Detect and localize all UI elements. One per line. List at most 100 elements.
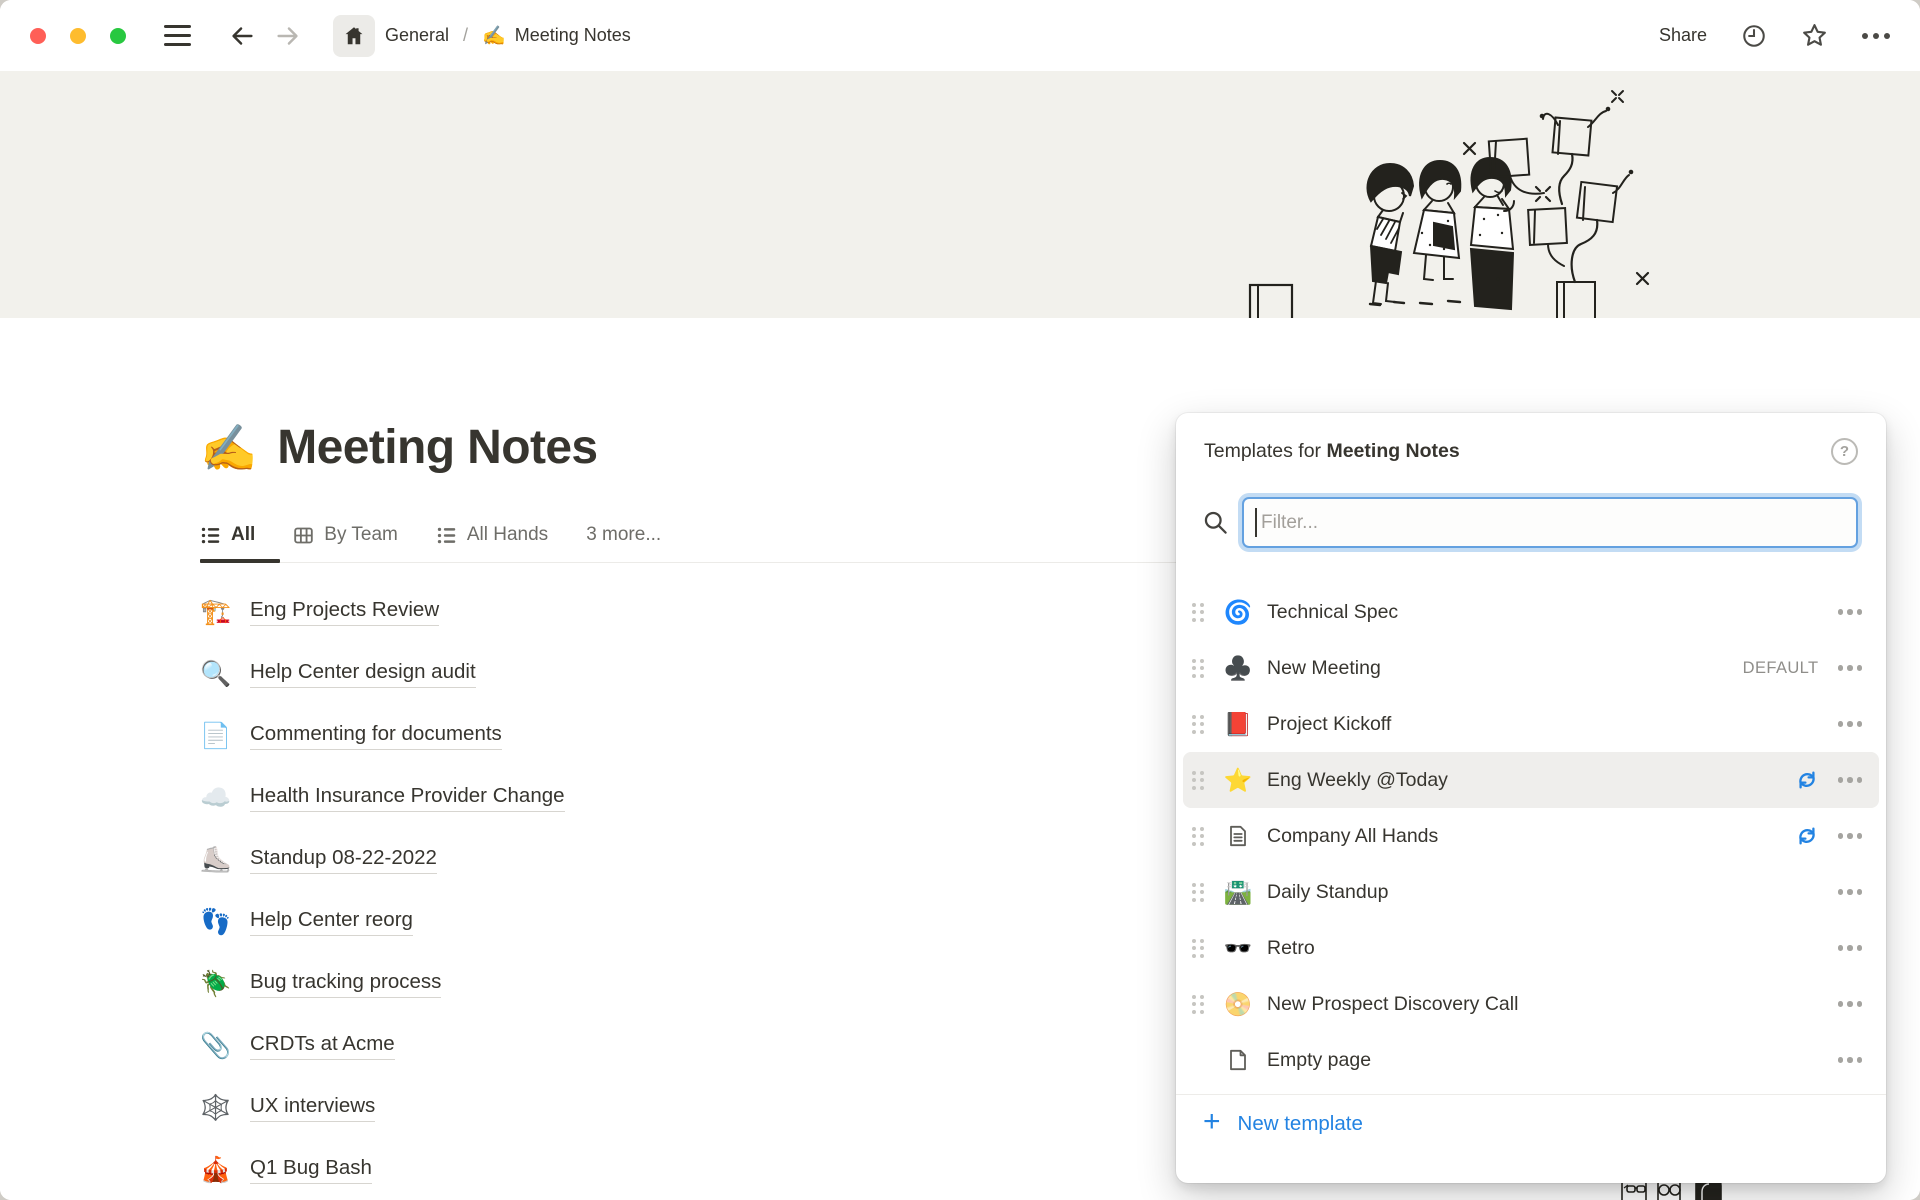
more-options-icon[interactable] [1862, 33, 1890, 39]
page-title-emoji-icon[interactable]: ✍️ [200, 425, 257, 471]
row-more-options-icon[interactable] [1838, 889, 1863, 895]
tab-by-team[interactable]: By Team [293, 524, 398, 546]
template-row[interactable]: ♣️New MeetingDEFAULT [1176, 640, 1886, 696]
plus-icon: + [1203, 1107, 1221, 1137]
updates-clock-icon[interactable] [1741, 23, 1767, 49]
page-emoji: 📄 [200, 724, 238, 749]
template-label: Company All Hands [1267, 825, 1438, 848]
list-item-title: Commenting for documents [250, 722, 502, 750]
list-item-title: UX interviews [250, 1094, 375, 1122]
tab-all-hands[interactable]: All Hands [436, 524, 548, 546]
template-label: Technical Spec [1267, 601, 1398, 624]
cloud-emoji: ☁️ [200, 786, 238, 811]
ice-skate-emoji: ⛸️ [200, 848, 238, 873]
row-more-options-icon[interactable] [1838, 945, 1863, 951]
templates-popup: Templates for Meeting Notes ? 🌀Technical… [1176, 413, 1886, 1183]
template-label: Empty page [1267, 1049, 1371, 1072]
template-label: Project Kickoff [1267, 713, 1391, 736]
spider-web-emoji: 🕸️ [200, 1096, 238, 1121]
list-view-icon [200, 525, 221, 546]
breadcrumb-home-button[interactable] [333, 15, 375, 57]
share-button[interactable]: Share [1659, 25, 1707, 46]
back-arrow-icon [227, 21, 257, 51]
sidebar-toggle-icon[interactable] [164, 25, 191, 46]
minimize-window-button[interactable] [70, 28, 86, 44]
footprints-emoji: 👣 [200, 910, 238, 935]
drag-handle-icon[interactable] [1192, 827, 1205, 846]
circus-tent-emoji: 🎪 [200, 1158, 238, 1183]
tab-label: By Team [324, 524, 398, 546]
traffic-lights [30, 28, 126, 44]
filter-input[interactable] [1242, 497, 1858, 548]
titlebar: General / ✍️ Meeting Notes Share [0, 0, 1920, 71]
drag-handle-icon[interactable] [1192, 603, 1205, 622]
template-row[interactable]: Empty page [1176, 1032, 1886, 1088]
red-book-emoji: 📕 [1222, 713, 1254, 736]
help-icon[interactable]: ? [1831, 438, 1858, 465]
drag-handle-icon[interactable] [1192, 883, 1205, 902]
forward-button[interactable] [271, 19, 305, 53]
back-button[interactable] [225, 19, 259, 53]
list-item-title: Bug tracking process [250, 970, 441, 998]
template-label: Retro [1267, 937, 1315, 960]
list-item-title: Q1 Bug Bash [250, 1156, 372, 1184]
drag-handle-icon[interactable] [1192, 939, 1205, 958]
template-label: Eng Weekly @Today [1267, 769, 1448, 792]
drag-handle-icon[interactable] [1192, 771, 1205, 790]
repeat-icon[interactable] [1795, 824, 1819, 848]
template-row[interactable]: 📕 Project Kickoff [1176, 696, 1886, 752]
template-label: New Prospect Discovery Call [1267, 993, 1518, 1016]
breadcrumb: General / ✍️ Meeting Notes [385, 24, 631, 48]
tab-label: All [231, 524, 255, 546]
row-more-options-icon[interactable] [1838, 665, 1863, 671]
breadcrumb-page[interactable]: Meeting Notes [515, 25, 631, 46]
row-more-options-icon[interactable] [1838, 1057, 1863, 1063]
blank-page-icon [1222, 1048, 1254, 1072]
page-cover [0, 71, 1920, 318]
drag-handle-icon[interactable] [1192, 659, 1205, 678]
star-emoji: ⭐ [1222, 769, 1254, 792]
paperclip-emoji: 📎 [200, 1034, 238, 1059]
drag-handle-icon[interactable] [1192, 715, 1205, 734]
row-more-options-icon[interactable] [1838, 833, 1863, 839]
tab-3-more[interactable]: 3 more... [586, 524, 661, 546]
template-search-row [1202, 497, 1858, 548]
page-title[interactable]: Meeting Notes [277, 416, 597, 480]
template-row[interactable]: ⭐ Eng Weekly @Today [1183, 752, 1879, 808]
breadcrumb-root[interactable]: General [385, 25, 449, 46]
tab-label: 3 more... [586, 524, 661, 546]
popup-title-page-name: Meeting Notes [1326, 440, 1459, 462]
template-row[interactable]: 🌀 Technical Spec [1176, 584, 1886, 640]
template-rows: 🌀 Technical Spec ♣️New MeetingDEFAULT 📕 Proj… [1176, 584, 1886, 1088]
row-more-options-icon[interactable] [1838, 1001, 1863, 1007]
zoom-window-button[interactable] [110, 28, 126, 44]
close-window-button[interactable] [30, 28, 46, 44]
tab-all[interactable]: All [200, 524, 255, 546]
template-label: New Meeting [1267, 657, 1381, 680]
favorite-star-icon[interactable] [1801, 22, 1828, 49]
row-more-options-icon[interactable] [1838, 777, 1863, 783]
template-row[interactable]: 📀New Prospect Discovery Call [1176, 976, 1886, 1032]
tab-label: All Hands [467, 524, 548, 546]
template-row[interactable]: Company All Hands [1176, 808, 1886, 864]
drag-handle-icon[interactable] [1192, 995, 1205, 1014]
row-more-options-icon[interactable] [1838, 609, 1863, 615]
sunglasses-emoji: 🕶️ [1222, 937, 1254, 960]
cover-illustration [1242, 83, 1682, 318]
new-template-label: New template [1238, 1112, 1363, 1136]
forward-arrow-icon [273, 21, 303, 51]
beetle-emoji: 🪲 [200, 972, 238, 997]
document-page-icon [1222, 824, 1254, 848]
magnifier-emoji: 🔍 [200, 662, 238, 687]
breadcrumb-separator: / [463, 25, 468, 46]
table-view-icon [293, 525, 314, 546]
new-template-button[interactable]: + New template [1176, 1095, 1886, 1137]
row-more-options-icon[interactable] [1838, 721, 1863, 727]
active-tab-underline [200, 559, 280, 563]
template-row[interactable]: 🛣️Daily Standup [1176, 864, 1886, 920]
repeat-icon[interactable] [1795, 768, 1819, 792]
cyclone-emoji: 🌀 [1222, 601, 1254, 624]
text-caret [1255, 508, 1257, 537]
template-label: Daily Standup [1267, 881, 1388, 904]
template-row[interactable]: 🕶️ Retro [1176, 920, 1886, 976]
